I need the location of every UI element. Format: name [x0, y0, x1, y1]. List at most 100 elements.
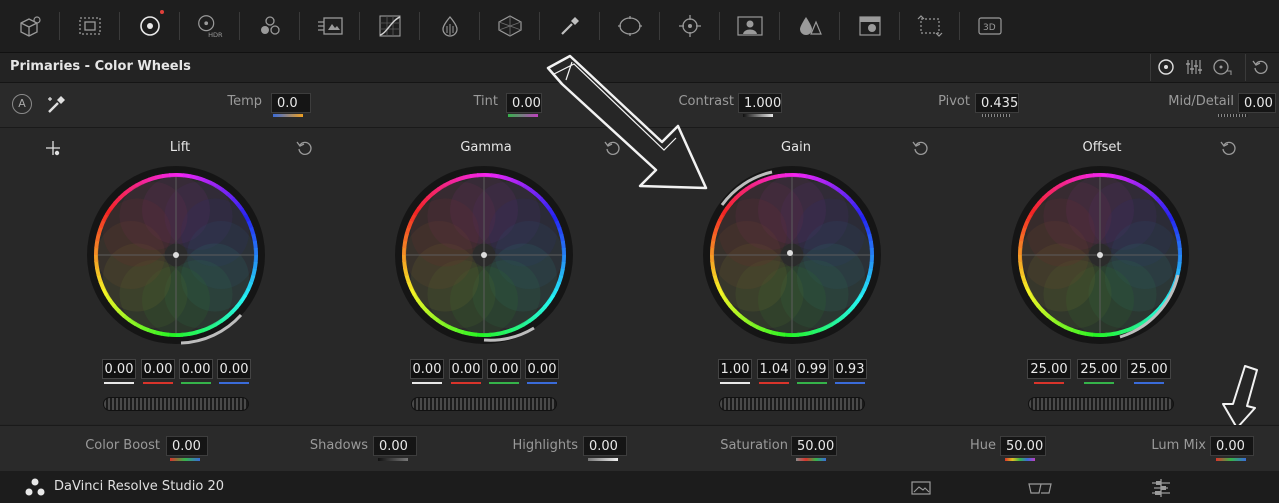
media-page-icon[interactable]: [910, 479, 932, 497]
highlights-field[interactable]: 0.00: [583, 436, 627, 456]
mid-detail-field[interactable]: 0.00: [1238, 93, 1276, 113]
gain-title: Gain: [781, 140, 811, 155]
pivot-slider[interactable]: [982, 114, 1010, 117]
active-indicator-dot: [160, 10, 164, 14]
color-warper-icon[interactable]: [496, 12, 524, 40]
window-icon[interactable]: [616, 12, 644, 40]
edit-page-icon[interactable]: [1150, 478, 1172, 498]
color-boost-slider[interactable]: [170, 458, 200, 461]
gamma-master-value[interactable]: 0.00: [410, 359, 444, 379]
offset-puck[interactable]: [1097, 252, 1103, 258]
primaries-wheels-mode-icon[interactable]: [1153, 54, 1179, 80]
highlights-label: Highlights: [512, 438, 578, 453]
log-wheels-mode-icon[interactable]: [1209, 54, 1235, 80]
mid-detail-slider[interactable]: [1218, 114, 1248, 117]
highlights-slider[interactable]: [588, 458, 618, 461]
white-balance-picker-icon[interactable]: [46, 93, 68, 115]
hue-slider[interactable]: [1005, 458, 1035, 461]
lift-red-value[interactable]: 0.00: [141, 359, 175, 379]
hue-field[interactable]: 50.00: [1000, 436, 1046, 456]
lum-mix-field[interactable]: 0.00: [1210, 436, 1254, 456]
reset-all-icon[interactable]: [1248, 54, 1274, 80]
primaries-bars-mode-icon[interactable]: [1181, 54, 1207, 80]
camera-raw-icon[interactable]: [16, 12, 44, 40]
shadows-label: Shadows: [309, 438, 368, 453]
temp-field[interactable]: 0.0: [271, 93, 311, 113]
tint-field[interactable]: 0.00: [506, 93, 542, 113]
gain-green-value[interactable]: 0.99: [795, 359, 829, 379]
color-boost-field[interactable]: 0.00: [166, 436, 208, 456]
gain-blue-value[interactable]: 0.93: [833, 359, 867, 379]
annotation-arrow-large: [546, 54, 708, 190]
offset-red-value[interactable]: 25.00: [1027, 359, 1071, 379]
offset-green-value[interactable]: 25.00: [1077, 359, 1121, 379]
gain-wheel[interactable]: [702, 165, 882, 345]
saturation-field[interactable]: 50.00: [791, 436, 837, 456]
davinci-logo-icon: [24, 477, 46, 497]
gain-master-jog-wheel[interactable]: [719, 397, 865, 411]
panel-title: Primaries - Color Wheels: [10, 59, 191, 74]
lift-master-value[interactable]: 0.00: [102, 359, 136, 379]
cut-page-icon[interactable]: [1027, 479, 1053, 497]
gamma-title: Gamma: [460, 140, 512, 155]
offset-title: Offset: [1082, 140, 1122, 155]
mid-detail-label: Mid/Detail: [1168, 94, 1234, 109]
gamma-puck[interactable]: [481, 252, 487, 258]
offset-blue-value[interactable]: 25.00: [1127, 359, 1171, 379]
annotation-arrow-small: [1222, 365, 1258, 429]
gain-puck[interactable]: [787, 250, 793, 256]
svg-text:HDR: HDR: [208, 31, 223, 39]
gain-reset-icon[interactable]: [912, 139, 930, 157]
lift-puck[interactable]: [173, 252, 179, 258]
pivot-label: Pivot: [938, 94, 970, 109]
contrast-slider[interactable]: [743, 114, 773, 117]
lift-blue-value[interactable]: 0.00: [217, 359, 251, 379]
offset-reset-icon[interactable]: [1220, 139, 1238, 157]
color-boost-label: Color Boost: [85, 438, 160, 453]
blur-icon[interactable]: [796, 12, 824, 40]
lum-mix-label: Lum Mix: [1151, 438, 1206, 453]
gamma-blue-value[interactable]: 0.00: [525, 359, 559, 379]
pivot-field[interactable]: 0.435: [975, 93, 1019, 113]
color-match-icon[interactable]: [76, 12, 104, 40]
crosshair-picker-icon[interactable]: [45, 140, 63, 158]
lift-wheel[interactable]: [86, 165, 266, 345]
offset-master-jog-wheel[interactable]: [1028, 397, 1174, 411]
auto-balance-button[interactable]: A: [12, 94, 32, 114]
svg-text:3D: 3D: [983, 23, 996, 33]
sizing-icon[interactable]: [916, 12, 944, 40]
gamma-red-value[interactable]: 0.00: [449, 359, 483, 379]
lift-master-jog-wheel[interactable]: [103, 397, 249, 411]
motion-effects-icon[interactable]: [316, 12, 344, 40]
app-name: DaVinci Resolve Studio 20: [54, 479, 225, 494]
rgb-mixer-icon[interactable]: [256, 12, 284, 40]
gain-master-value[interactable]: 1.00: [718, 359, 752, 379]
gain-red-value[interactable]: 1.04: [757, 359, 791, 379]
warper-icon[interactable]: [436, 12, 464, 40]
tint-label: Tint: [473, 94, 499, 109]
gamma-green-value[interactable]: 0.00: [487, 359, 521, 379]
temp-label: Temp: [227, 94, 262, 109]
lift-green-value[interactable]: 0.00: [179, 359, 213, 379]
gamma-master-jog-wheel[interactable]: [411, 397, 557, 411]
curves-icon[interactable]: [376, 12, 404, 40]
saturation-slider[interactable]: [796, 458, 826, 461]
saturation-label: Saturation: [720, 438, 788, 453]
temp-slider[interactable]: [273, 114, 303, 117]
shadows-slider[interactable]: [378, 458, 408, 461]
contrast-field[interactable]: 1.000: [738, 93, 782, 113]
hdr-wheels-icon[interactable]: HDR: [195, 12, 223, 40]
tint-slider[interactable]: [508, 114, 538, 117]
color-wheels-icon[interactable]: [136, 12, 164, 40]
lift-reset-icon[interactable]: [296, 139, 314, 157]
3d-icon[interactable]: 3D: [976, 12, 1004, 40]
key-icon[interactable]: [856, 12, 884, 40]
magic-mask-icon[interactable]: [736, 12, 764, 40]
shadows-field[interactable]: 0.00: [373, 436, 417, 456]
hue-label: Hue: [969, 438, 996, 453]
qualifier-icon[interactable]: [556, 12, 584, 40]
tracker-icon[interactable]: [676, 12, 704, 40]
offset-wheel[interactable]: [1010, 165, 1190, 345]
palette-toolbar: HDR 3D: [0, 0, 1279, 53]
lum-mix-slider[interactable]: [1216, 458, 1246, 461]
